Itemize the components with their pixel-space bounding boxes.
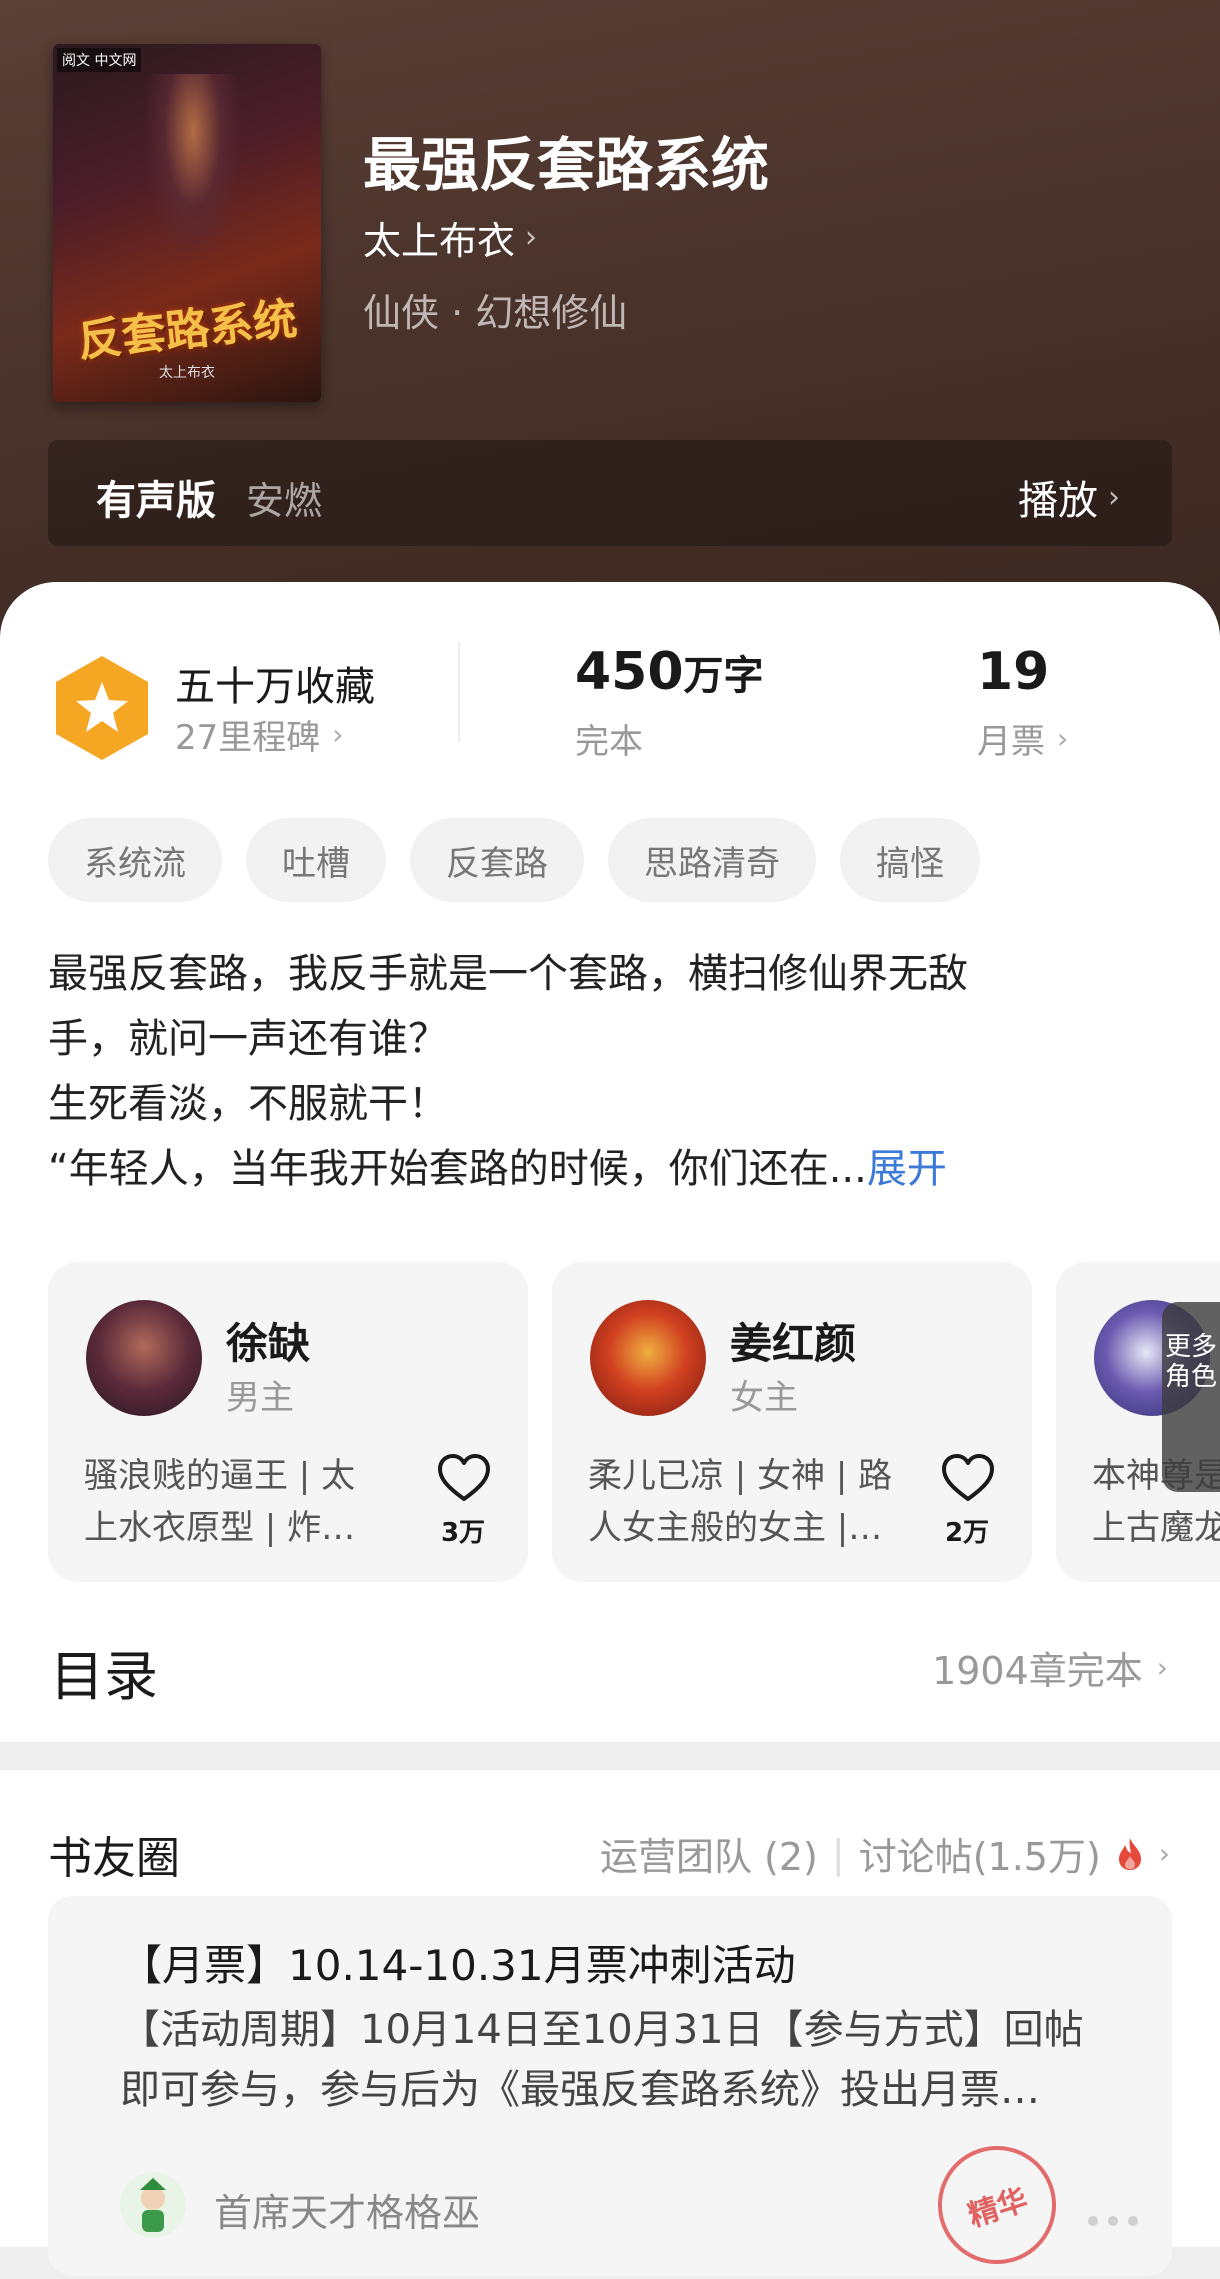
play-button[interactable]: 播放 › [1018, 468, 1120, 526]
tag-chip[interactable]: 思路清奇 [608, 818, 816, 902]
character-name: 徐缺 [226, 1319, 311, 1368]
character-role: 女主 [730, 1378, 798, 1418]
toc-link[interactable]: 1904章完本 › [932, 1640, 1168, 1695]
tag-chip[interactable]: 反套路 [410, 818, 584, 902]
book-title: 最强反套路系统 [363, 131, 770, 199]
character-desc-line: 骚浪贱的逼王 | 太 [84, 1456, 356, 1496]
avatar-figure-icon [140, 2178, 166, 2232]
audio-version-bar[interactable]: 有声版 安燃 播放 › [48, 440, 1172, 546]
more-characters-button[interactable]: 更多角色 [1162, 1302, 1220, 1492]
featured-stamp: 精华 [922, 2130, 1072, 2279]
milestones-link[interactable]: 27里程碑 › [175, 710, 343, 759]
character-desc-line: 上古魔龙 [1092, 1508, 1220, 1548]
cover-title-art: 反套路系统 [75, 293, 300, 368]
audio-narrator: 安燃 [246, 479, 323, 523]
collection-count: 五十万收藏 [175, 664, 375, 710]
cover-publisher-logo: 阅文 中文网 [57, 48, 142, 72]
word-count-unit: 万字 [683, 653, 764, 699]
book-detail-card: 五十万收藏 27里程碑 › 450万字 完本 19 月票 › 系统流 吐槽 反套… [0, 582, 1220, 1742]
description-line: 手，就问一声还有谁？ [48, 1016, 448, 1062]
author-link[interactable]: 太上布衣 › [363, 210, 537, 265]
character-role: 男主 [226, 1378, 294, 1418]
chevron-right-icon: › [525, 220, 538, 255]
featured-post-card[interactable]: 【月票】10.14-10.31月票冲刺活动 【活动周期】10月14日至10月31… [48, 1896, 1172, 2279]
post-title: 【月票】10.14-10.31月票冲刺活动 [120, 1941, 796, 1990]
word-count: 450万字 [575, 642, 764, 702]
audio-label: 有声版 [96, 478, 216, 524]
character-desc-line: 人女主般的女主 |… [588, 1508, 883, 1548]
character-card[interactable]: 姜红颜 女主 柔儿已凉 | 女神 | 路 人女主般的女主 |… 2万 [552, 1262, 1032, 1582]
discussions-link[interactable]: 讨论帖(1.5万) [859, 1826, 1101, 1881]
tag-list: 系统流 吐槽 反套路 思路清奇 搞怪 [48, 818, 980, 902]
milestones-label: 27里程碑 [175, 718, 321, 758]
character-description: 柔儿已凉 | 女神 | 路 人女主般的女主 |… [588, 1450, 908, 1554]
description-line: 生死看淡，不服就干！ [48, 1081, 448, 1127]
description-line: 最强反套路，我反手就是一个套路，横扫修仙界无敌 [48, 951, 968, 997]
stats-divider [458, 642, 460, 742]
collection-star-badge-icon [56, 656, 148, 760]
chevron-right-icon: › [1108, 479, 1120, 515]
post-author-avatar [120, 2172, 186, 2238]
book-description: 最强反套路，我反手就是一个套路，横扫修仙界无敌 手，就问一声还有谁？ 生死看淡，… [48, 942, 1168, 1202]
circle-links[interactable]: 运营团队 (2) | 讨论帖(1.5万) › [600, 1826, 1170, 1881]
chevron-right-icon: › [332, 718, 344, 751]
carousel-dot [1108, 2216, 1118, 2226]
character-desc-line: 上水衣原型 | 炸… [84, 1508, 356, 1548]
character-desc-line: 柔儿已凉 | 女神 | 路 [588, 1456, 893, 1496]
author-name: 太上布衣 [363, 219, 516, 263]
like-count: 2万 [944, 1518, 990, 1548]
character-avatar [590, 1300, 706, 1416]
word-count-number: 450 [575, 642, 684, 702]
tag-chip[interactable]: 系统流 [48, 818, 222, 902]
book-cover[interactable]: 阅文 中文网 反套路系统 太上布衣 [53, 44, 321, 402]
description-line: “年轻人，当年我开始套路的时候，你们还在... [48, 1146, 867, 1192]
cover-figure [143, 74, 243, 264]
toc-title: 目录 [50, 1645, 158, 1708]
fire-icon [1118, 1837, 1141, 1870]
book-genre: 仙侠 · 幻想修仙 [363, 291, 628, 335]
tag-chip[interactable]: 吐槽 [246, 818, 386, 902]
ops-team-link[interactable]: 运营团队 (2) [600, 1826, 818, 1881]
book-circle-section: 书友圈 运营团队 (2) | 讨论帖(1.5万) › 【月票】10.14-10.… [0, 1770, 1220, 2279]
chevron-right-icon: › [1156, 1651, 1168, 1684]
tag-chip[interactable]: 搞怪 [840, 818, 980, 902]
toc-summary: 1904章完本 [932, 1649, 1143, 1693]
character-name: 姜红颜 [730, 1319, 857, 1368]
heart-icon[interactable] [940, 1452, 996, 1504]
description-line-last: “年轻人，当年我开始套路的时候，你们还在...展开 [48, 1137, 1168, 1202]
expand-link[interactable]: 展开 [867, 1146, 947, 1192]
circle-title: 书友圈 [48, 1833, 180, 1884]
monthly-votes-label: 月票 [977, 722, 1045, 762]
cover-author-art: 太上布衣 [159, 365, 215, 381]
carousel-dot [1088, 2216, 1098, 2226]
character-card[interactable]: 徐缺 男主 骚浪贱的逼王 | 太 上水衣原型 | 炸… 3万 [48, 1262, 528, 1582]
carousel-dot [1128, 2216, 1138, 2226]
heart-icon[interactable] [436, 1452, 492, 1504]
post-body: 【活动周期】10月14日至10月31日【参与方式】回帖 即可参与，参与后为《最强… [120, 2000, 1150, 2120]
monthly-votes-link[interactable]: 月票 › [977, 714, 1068, 763]
monthly-votes-count: 19 [977, 642, 1050, 702]
post-body-line: 【活动周期】10月14日至10月31日【参与方式】回帖 [120, 2007, 1084, 2053]
post-body-line: 即可参与，参与后为《最强反套路系统》投出月票… [120, 2067, 1040, 2113]
carousel-dots [1088, 2216, 1138, 2226]
post-author-name: 首席天才格格巫 [214, 2191, 481, 2235]
chevron-right-icon: › [1158, 1837, 1170, 1870]
character-description: 骚浪贱的逼王 | 太 上水衣原型 | 炸… [84, 1450, 404, 1554]
completion-status: 完本 [575, 722, 643, 762]
character-avatar [86, 1300, 202, 1416]
play-label: 播放 [1018, 478, 1098, 524]
character-carousel[interactable]: 徐缺 男主 骚浪贱的逼王 | 太 上水衣原型 | 炸… 3万 姜红颜 女主 柔儿… [48, 1262, 1220, 1582]
like-count: 3万 [440, 1518, 486, 1548]
book-header: 阅文 中文网 反套路系统 太上布衣 最强反套路系统 太上布衣 › 仙侠 · 幻想… [0, 0, 1220, 640]
separator: | [831, 1831, 845, 1876]
chevron-right-icon: › [1057, 722, 1069, 755]
